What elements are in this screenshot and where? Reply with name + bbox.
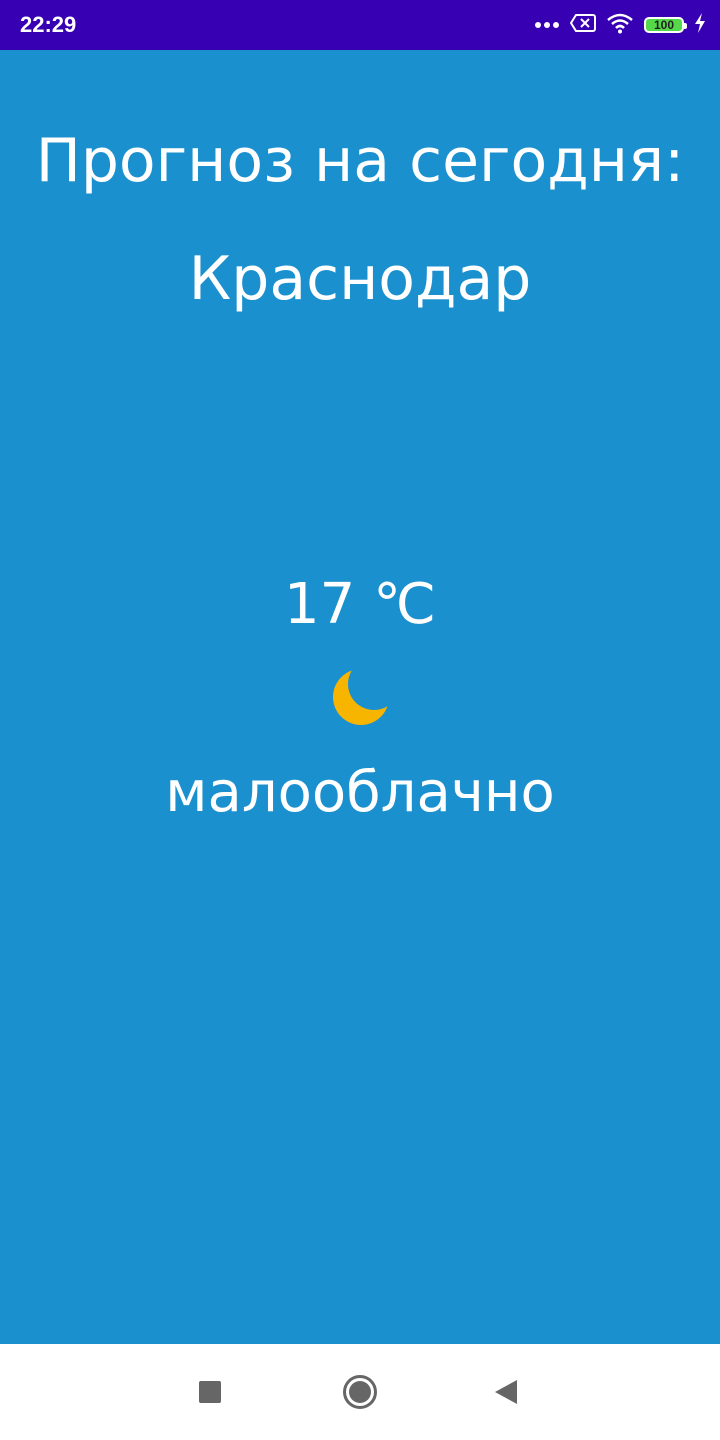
city-name: Краснодар (188, 244, 532, 314)
home-button[interactable] (336, 1368, 384, 1416)
recent-apps-icon (199, 1381, 221, 1403)
status-bar: 22:29 100 (0, 0, 720, 50)
temperature-value: 17 ℃ (284, 572, 436, 637)
navigation-bar (0, 1344, 720, 1440)
battery-icon: 100 (644, 17, 687, 33)
recent-apps-button[interactable] (186, 1368, 234, 1416)
status-time: 22:29 (20, 12, 77, 37)
no-sim-icon (569, 13, 596, 38)
crescent-moon-icon (328, 664, 394, 730)
home-icon (343, 1375, 377, 1409)
forecast-heading: Прогноз на сегодня: (35, 126, 685, 196)
charging-bolt-icon (694, 12, 706, 38)
status-icons: 100 (534, 12, 706, 38)
back-button[interactable] (482, 1368, 530, 1416)
battery-level: 100 (653, 18, 675, 32)
weather-condition: малооблачно (165, 760, 555, 825)
forecast-screen: Прогноз на сегодня: Краснодар 17 ℃ малоо… (0, 50, 720, 1344)
back-icon (495, 1380, 517, 1404)
more-dots-icon (534, 16, 560, 34)
wifi-icon (606, 12, 634, 39)
